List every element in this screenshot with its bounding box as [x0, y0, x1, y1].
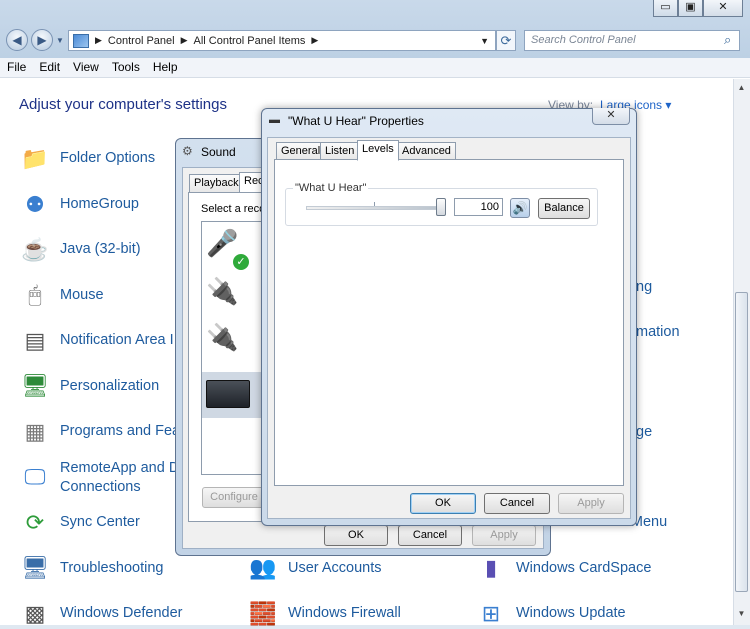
default-device-check-icon: ✓ [233, 254, 249, 270]
sync-center-icon: ⟳ [25, 510, 45, 535]
tab-levels[interactable]: Levels [357, 140, 399, 161]
refresh-button[interactable]: ⟳ [496, 30, 516, 51]
item-windows-defender[interactable]: Windows Defender [60, 605, 183, 621]
recent-pages-dropdown-icon[interactable]: ▼ [56, 36, 64, 45]
troubleshooting-icon: 🖥 [21, 555, 49, 580]
remoteapp-icon: 🖵 [24, 464, 46, 489]
properties-cancel-button[interactable]: Cancel [484, 493, 550, 514]
sound-instruction: Select a reco [201, 203, 266, 215]
close-button[interactable]: ✕ [703, 0, 743, 17]
scroll-thumb[interactable] [735, 292, 748, 592]
slider-tick [374, 202, 375, 206]
scroll-up-icon[interactable]: ▲ [733, 79, 750, 96]
item-sync-center[interactable]: Sync Center [60, 514, 140, 530]
speaker-mute-icon[interactable]: 🔊 [510, 198, 530, 218]
menu-file[interactable]: File [0, 58, 32, 77]
item-windows-cardspace[interactable]: Windows CardSpace [516, 560, 651, 576]
item-partial-ng[interactable]: ng [636, 279, 652, 295]
menu-help[interactable]: Help [146, 58, 184, 77]
mouse-icon: 🖱 [28, 282, 42, 307]
user-accounts-icon: 👥 [249, 555, 277, 580]
item-remoteapp-line2[interactable]: Connections [60, 479, 141, 495]
java-icon: ☕ [21, 237, 49, 262]
breadcrumb-all-items[interactable]: All Control Panel Items [194, 35, 306, 47]
aux-cable-icon[interactable]: 🔌 [206, 322, 238, 353]
search-icon[interactable]: ⌕ [724, 32, 731, 48]
item-personalization[interactable]: Personalization [60, 378, 159, 394]
item-partial-mation[interactable]: mation [636, 324, 680, 340]
volume-slider-thumb[interactable] [436, 198, 446, 216]
sound-cancel-button[interactable]: Cancel [398, 525, 462, 546]
item-windows-update[interactable]: Windows Update [516, 605, 626, 621]
item-notification-area[interactable]: Notification Area I [60, 332, 174, 348]
speaker-title-icon: ▬ [269, 114, 280, 126]
properties-dialog-title: "What U Hear" Properties [288, 114, 424, 128]
homegroup-icon: ⚉ [25, 192, 45, 217]
volume-slider-track[interactable] [306, 206, 446, 210]
item-troubleshooting[interactable]: Troubleshooting [60, 560, 163, 576]
item-partial-ge[interactable]: ge [636, 424, 652, 440]
menu-edit[interactable]: Edit [32, 58, 66, 77]
level-value-input[interactable]: 100 [454, 198, 503, 216]
properties-ok-button[interactable]: OK [410, 493, 476, 514]
menu-tools[interactable]: Tools [105, 58, 146, 77]
control-panel-icon [73, 33, 89, 48]
sound-apply-button[interactable]: Apply [472, 525, 536, 546]
sound-dialog-title: Sound [201, 145, 236, 159]
item-remoteapp[interactable]: RemoteApp and D [60, 460, 179, 476]
line-in-cable-icon[interactable]: 🔌 [206, 276, 238, 307]
menu-view[interactable]: View [66, 58, 105, 77]
search-input[interactable]: Search Control Panel [524, 30, 740, 51]
properties-apply-button[interactable]: Apply [558, 493, 624, 514]
breadcrumb-chevron-icon: ▶ [180, 35, 188, 45]
tab-playback[interactable]: Playback [189, 174, 244, 193]
item-programs-features[interactable]: Programs and Fea [60, 423, 180, 439]
back-button[interactable]: ◀ [6, 29, 28, 51]
item-homegroup[interactable]: HomeGroup [60, 196, 139, 212]
menu-bar: File Edit View Tools Help [0, 58, 750, 78]
breadcrumb-chevron-icon: ▶ [311, 35, 319, 45]
item-java[interactable]: Java (32-bit) [60, 241, 141, 257]
page-title: Adjust your computer's settings [19, 96, 227, 113]
folder-options-icon: 📁 [21, 146, 49, 171]
notification-area-icon: ▤ [24, 328, 46, 353]
programs-features-icon: ▦ [24, 419, 46, 444]
scroll-down-icon[interactable]: ▼ [733, 605, 750, 622]
item-windows-firewall[interactable]: Windows Firewall [288, 605, 401, 621]
microphone-icon[interactable]: 🎤 [206, 228, 238, 259]
address-dropdown-icon[interactable]: ▼ [480, 36, 489, 46]
close-icon[interactable]: ✕ [592, 108, 630, 125]
item-folder-options[interactable]: Folder Options [60, 150, 155, 166]
breadcrumb-chevron-icon: ▶ [95, 35, 102, 45]
forward-button[interactable]: ▶ [31, 29, 53, 51]
item-user-accounts[interactable]: User Accounts [288, 560, 382, 576]
maximize-button[interactable]: ▣ [678, 0, 703, 17]
balance-button[interactable]: Balance [538, 198, 590, 219]
breadcrumb-control-panel[interactable]: Control Panel [108, 35, 175, 47]
item-mouse[interactable]: Mouse [60, 287, 104, 303]
windows-cardspace-icon: ▮ [484, 555, 498, 580]
minimize-button[interactable]: ▭ [653, 0, 678, 17]
address-bar[interactable]: ▶ Control Panel ▶ All Control Panel Item… [68, 30, 496, 51]
configure-button[interactable]: Configure [202, 487, 266, 508]
sound-ok-button[interactable]: OK [324, 525, 388, 546]
personalization-icon: 🖥 [21, 373, 49, 398]
sound-title-icon: ⚙ [182, 144, 193, 158]
what-u-hear-device-icon [206, 380, 250, 408]
levels-group-label: "What U Hear" [293, 182, 369, 194]
